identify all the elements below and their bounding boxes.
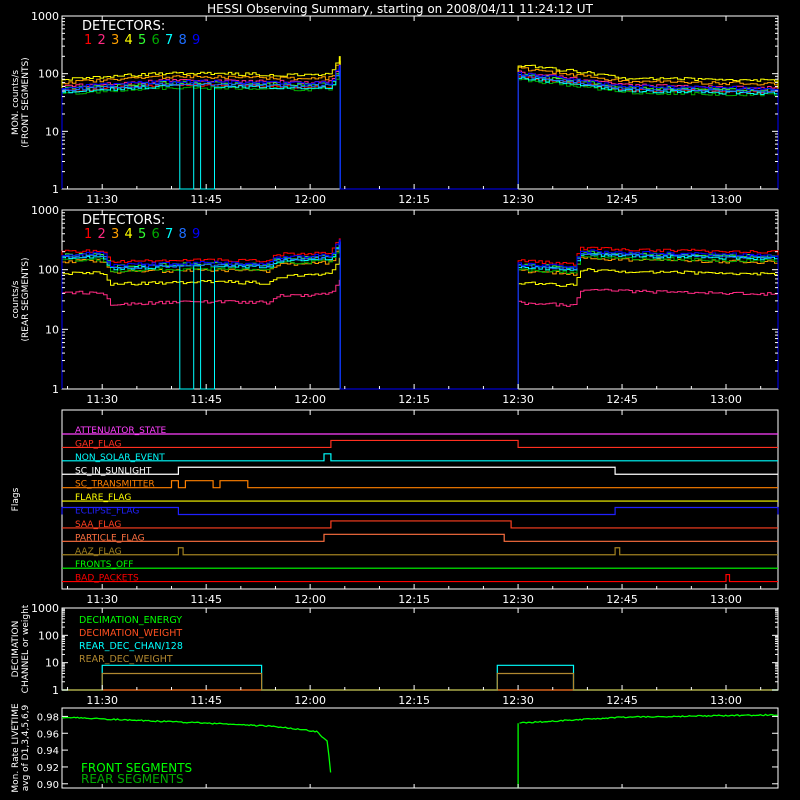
decimation-legend-decimation-weight: DECIMATION_WEIGHT (79, 628, 182, 639)
decimation-y-axis-label: CHANNEL or weight (21, 604, 31, 693)
flags-y-axis-label: Flags (11, 487, 21, 511)
rear-x-tick-label: 12:30 (502, 393, 534, 406)
front-legend-detector-1: 1 (84, 33, 92, 48)
front-legend-detector-4: 4 (125, 33, 133, 48)
rear-x-tick-label: 12:00 (294, 393, 326, 406)
front-y-tick-label: 100 (38, 68, 59, 81)
flag-label-saa-flag: SAA_FLAG (75, 520, 121, 530)
decimation-y-tick-label: 10 (45, 657, 59, 670)
flag-label-non-solar-event: NON_SOLAR_EVENT (75, 453, 165, 463)
livetime-legend-rear-segments: REAR SEGMENTS (81, 772, 184, 786)
decimation-x-tick-label: 12:00 (294, 694, 326, 707)
rear-x-tick-label: 12:15 (398, 393, 430, 406)
decimation-x-tick-label: 11:30 (86, 694, 118, 707)
decimation-x-tick-label: 11:45 (190, 694, 222, 707)
front-y-axis-label: MON. counts/s (11, 70, 21, 135)
decimation-y-tick-label: 1 (52, 684, 59, 697)
rear-legend-detector-9: 9 (192, 227, 200, 242)
flag-label-attenuator-state: ATTENUATOR_STATE (75, 426, 167, 436)
rear-x-tick-label: 12:45 (606, 393, 638, 406)
flag-label-eclipse-flag: ECLIPSE_FLAG (75, 507, 139, 517)
rear-y-tick-label: 10 (45, 323, 59, 336)
livetime-y-tick-label: 0.92 (37, 763, 59, 774)
flag-label-flare-flag: FLARE_FLAG (75, 493, 131, 503)
front-x-tick-label: 12:30 (502, 193, 534, 206)
rear-x-tick-label: 13:00 (710, 393, 742, 406)
livetime-y-tick-label: 0.90 (37, 780, 59, 791)
livetime-y-tick-label: 0.94 (37, 746, 59, 757)
decimation-x-tick-label: 12:30 (502, 694, 534, 707)
rear-legend-title: DETECTORS: (82, 213, 165, 228)
front-y-tick-label: 1000 (31, 10, 59, 23)
rear-legend-detector-2: 2 (98, 227, 106, 242)
flag-label-particle-flag: PARTICLE_FLAG (75, 533, 145, 543)
decimation-y-tick-label: 100 (38, 629, 59, 642)
front-legend-detector-6: 6 (152, 33, 160, 48)
livetime-y-tick-label: 0.98 (37, 712, 59, 723)
decimation-x-tick-label: 12:15 (398, 694, 430, 707)
rear-x-tick-label: 11:30 (86, 393, 118, 406)
decimation-x-tick-label: 13:00 (710, 694, 742, 707)
front-legend-title: DETECTORS: (82, 19, 165, 34)
rear-legend-detector-3: 3 (111, 227, 119, 242)
observing-summary-figure: HESSI Observing Summary, starting on 200… (0, 0, 800, 800)
decimation-legend-decimation-energy: DECIMATION_ENERGY (79, 615, 182, 626)
flags-x-tick-label: 11:45 (190, 593, 222, 606)
flag-label-aaz-flag: AAZ_FLAG (75, 547, 122, 557)
flag-label-fronts-off: FRONTS_OFF (75, 560, 133, 570)
decimation-x-tick-label: 12:45 (606, 694, 638, 707)
flag-label-gap-flag: GAP_FLAG (75, 439, 121, 449)
flag-label-bad-packets: BAD_PACKETS (75, 574, 139, 584)
front-x-tick-label: 13:00 (710, 193, 742, 206)
front-legend-detector-5: 5 (138, 33, 146, 48)
chart-title: HESSI Observing Summary, starting on 200… (207, 2, 593, 16)
rear-legend-detector-5: 5 (138, 227, 146, 242)
rear-y-axis-label: counts/s (11, 280, 21, 318)
flags-x-tick-label: 12:30 (502, 593, 534, 606)
front-legend-detector-8: 8 (179, 33, 187, 48)
flag-label-sc-in-sunlight: SC_IN_SUNLIGHT (75, 466, 152, 476)
rear-legend-detector-4: 4 (125, 227, 133, 242)
front-legend-detector-2: 2 (98, 33, 106, 48)
livetime-y-axis-label: Mon. Rate LIVETIME (11, 703, 21, 793)
flags-x-tick-label: 12:15 (398, 593, 430, 606)
decimation-legend-rear-dec-weight: REAR_DEC_WEIGHT (79, 654, 173, 665)
decimation-legend-rear-dec-chan-128: REAR_DEC_CHAN/128 (79, 641, 183, 652)
decimation-y-axis-label: DECIMATION (11, 621, 21, 678)
front-x-tick-label: 12:45 (606, 193, 638, 206)
livetime-y-axis-label: avg of D1,3,4,5,6,9 (21, 704, 31, 791)
front-legend-detector-7: 7 (165, 33, 173, 48)
front-x-tick-label: 11:45 (190, 193, 222, 206)
flags-x-tick-label: 11:30 (86, 593, 118, 606)
flag-label-sc-transmitter: SC_TRANSMITTER (75, 480, 155, 490)
rear-y-axis-label: (REAR SEGMENTS) (21, 257, 31, 341)
front-x-tick-label: 12:00 (294, 193, 326, 206)
front-legend-detector-3: 3 (111, 33, 119, 48)
rear-y-tick-label: 1 (52, 383, 59, 396)
decimation-y-tick-label: 1000 (31, 602, 59, 615)
rear-legend-detector-6: 6 (152, 227, 160, 242)
rear-legend-detector-1: 1 (84, 227, 92, 242)
rear-legend-detector-7: 7 (165, 227, 173, 242)
flags-x-tick-label: 13:00 (710, 593, 742, 606)
rear-x-tick-label: 11:45 (190, 393, 222, 406)
rear-y-tick-label: 100 (38, 264, 59, 277)
front-y-tick-label: 1 (52, 183, 59, 196)
rear-legend-detector-8: 8 (179, 227, 187, 242)
rear-y-tick-label: 1000 (31, 204, 59, 217)
front-y-axis-label: (FRONT SEGMENTS) (21, 57, 31, 147)
flags-x-tick-label: 12:45 (606, 593, 638, 606)
front-x-tick-label: 11:30 (86, 193, 118, 206)
front-legend-detector-9: 9 (192, 33, 200, 48)
front-x-tick-label: 12:15 (398, 193, 430, 206)
livetime-y-tick-label: 0.96 (37, 729, 59, 740)
flags-x-tick-label: 12:00 (294, 593, 326, 606)
front-y-tick-label: 10 (45, 125, 59, 138)
